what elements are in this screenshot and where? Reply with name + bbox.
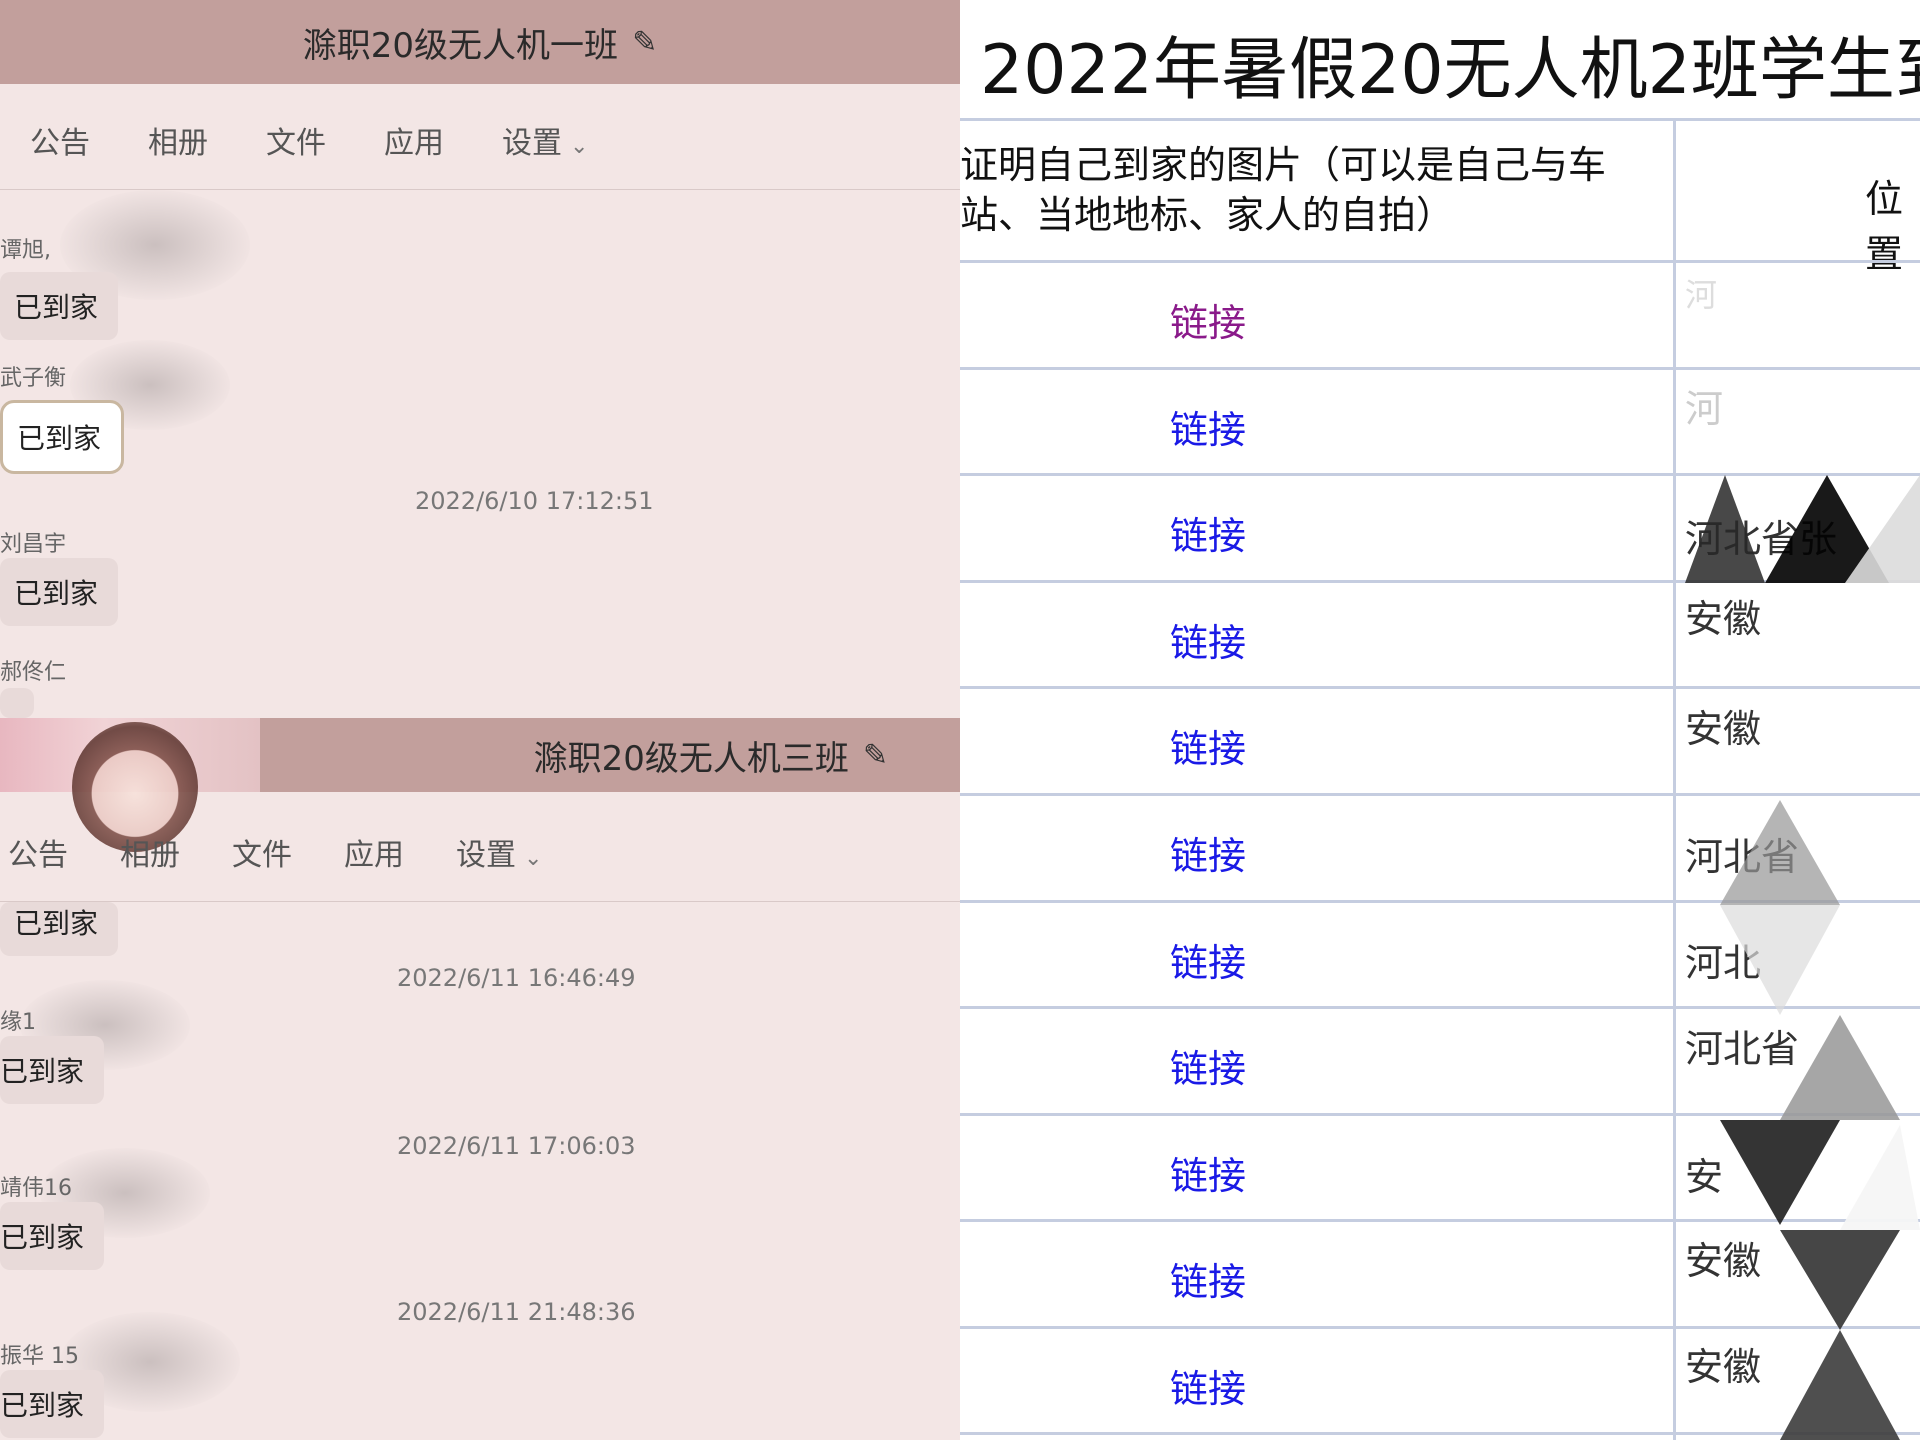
redaction-triangle [1720,1120,1840,1225]
redaction-triangle [1685,475,1765,583]
table-border [960,686,1920,689]
message-sender: 振华 15 [0,1344,79,1369]
redaction-triangle [1780,1330,1900,1440]
message-bubble[interactable]: 已到家 [0,902,119,956]
tab-album[interactable]: 相册 [148,118,208,162]
message-bubble[interactable]: 已到家 [0,1370,105,1438]
message-bubble[interactable]: 已到家 [0,558,119,626]
tab-announcement[interactable]: 公告 [8,830,68,874]
message-sender: 靖伟16 [0,1176,72,1201]
table-border [960,1113,1920,1116]
message-bubble[interactable]: 已到家 [0,272,119,340]
message-bubble[interactable] [0,688,34,718]
chat-panel-class-1: 滁职20级无人机一班 ✎ 公告 相册 文件 应用 设置 ⌄ 谭旭, 已到家 武子衡… [0,0,960,718]
pencil-icon[interactable]: ✎ [632,25,657,60]
location-cell: 安徽 [1685,1239,1762,1283]
location-cell: 河 [1685,387,1724,431]
chat-nav: 公告 相册 文件 应用 设置 ⌄ [0,802,960,902]
message-bubble[interactable]: 已到家 [0,1036,105,1104]
message-timestamp: 2022/6/11 16:46:49 [397,964,636,992]
tab-announcement[interactable]: 公告 [30,118,90,162]
table-border [960,793,1920,796]
chevron-down-icon: ⌄ [570,133,589,159]
pencil-icon[interactable]: ✎ [863,738,888,773]
photo-link[interactable]: 链接 [1170,292,1246,347]
spreadsheet-document: 2022年暑假20无人机2班学生到 证明自己到家的图片（可以是自己与车 站、当地… [960,0,1920,1440]
document-title: 2022年暑假20无人机2班学生到 [980,31,1920,110]
table-border [960,260,1920,263]
location-cell: 河 [1685,276,1718,314]
tab-files[interactable]: 文件 [232,830,292,874]
message-timestamp: 2022/6/11 17:06:03 [397,1132,636,1160]
chat-title-bar: 滁职20级无人机三班 ✎ [0,718,960,852]
redaction-triangle [1840,1125,1920,1230]
chat-panel-class-3: 滁职20级无人机三班 ✎ 公告 相册 文件 应用 设置 ⌄ 已到家 2022/6/… [0,718,960,1440]
table-border [960,367,1920,370]
table-border [960,1432,1920,1435]
tab-settings[interactable]: 设置 ⌄ [456,830,542,874]
tab-album[interactable]: 相册 [120,830,180,874]
tab-apps[interactable]: 应用 [384,118,444,162]
redaction-triangle [1780,1015,1900,1120]
message-bubble-selected[interactable]: 已到家 [0,400,125,474]
message-sender: 郝佟仁 [0,660,67,685]
photo-link[interactable]: 链接 [1170,505,1246,560]
photo-link[interactable]: 链接 [1170,1251,1246,1306]
redaction-triangle [1720,905,1840,1015]
photo-link[interactable]: 链接 [1170,612,1246,667]
photo-link[interactable]: 链接 [1170,399,1246,454]
photo-link[interactable]: 链接 [1170,1358,1246,1413]
chat-title-bar: 滁职20级无人机一班 ✎ [0,0,960,84]
photo-link[interactable]: 链接 [1170,1145,1246,1200]
message-sender: 谭旭, [0,238,51,263]
message-sender: 缘1 [0,1010,36,1035]
location-cell: 安徽 [1685,1345,1762,1389]
tab-settings-label: 设置 [502,125,562,161]
tab-settings-label: 设置 [456,837,516,873]
location-cell: 安 [1685,1155,1724,1199]
redaction-triangle [1780,1230,1900,1330]
column-header-photo: 证明自己到家的图片（可以是自己与车 站、当地地标、家人的自拍） [960,140,1660,240]
location-cell: 安徽 [1685,597,1762,641]
message-sender: 刘昌宇 [0,532,67,557]
photo-link[interactable]: 链接 [1170,932,1246,987]
photo-link[interactable]: 链接 [1170,718,1246,773]
message-bubble[interactable]: 已到家 [0,1202,105,1270]
chat-title: 滁职20级无人机一班 [302,25,619,66]
chat-nav: 公告 相册 文件 应用 设置 ⌄ [0,90,960,190]
chevron-down-icon: ⌄ [524,845,543,871]
message-timestamp: 2022/6/11 21:48:36 [397,1298,636,1326]
tab-apps[interactable]: 应用 [344,830,404,874]
column-divider [1673,118,1676,1440]
column-header-line: 站、当地地标、家人的自拍） [960,193,1455,237]
column-header-line: 证明自己到家的图片（可以是自己与车 [960,143,1607,187]
photo-link[interactable]: 链接 [1170,825,1246,880]
redaction-triangle [1720,800,1840,905]
tab-files[interactable]: 文件 [266,118,326,162]
message-sender: 武子衡 [0,366,67,391]
message-timestamp: 2022/6/10 17:12:51 [415,487,654,515]
chat-title: 滁职20级无人机三班 [533,738,849,779]
table-border [960,118,1920,121]
table-border [960,1326,1920,1329]
photo-link[interactable]: 链接 [1170,1038,1246,1093]
tab-settings[interactable]: 设置 ⌄ [502,118,588,162]
location-cell: 安徽 [1685,707,1762,751]
redaction-triangle [1845,475,1920,583]
